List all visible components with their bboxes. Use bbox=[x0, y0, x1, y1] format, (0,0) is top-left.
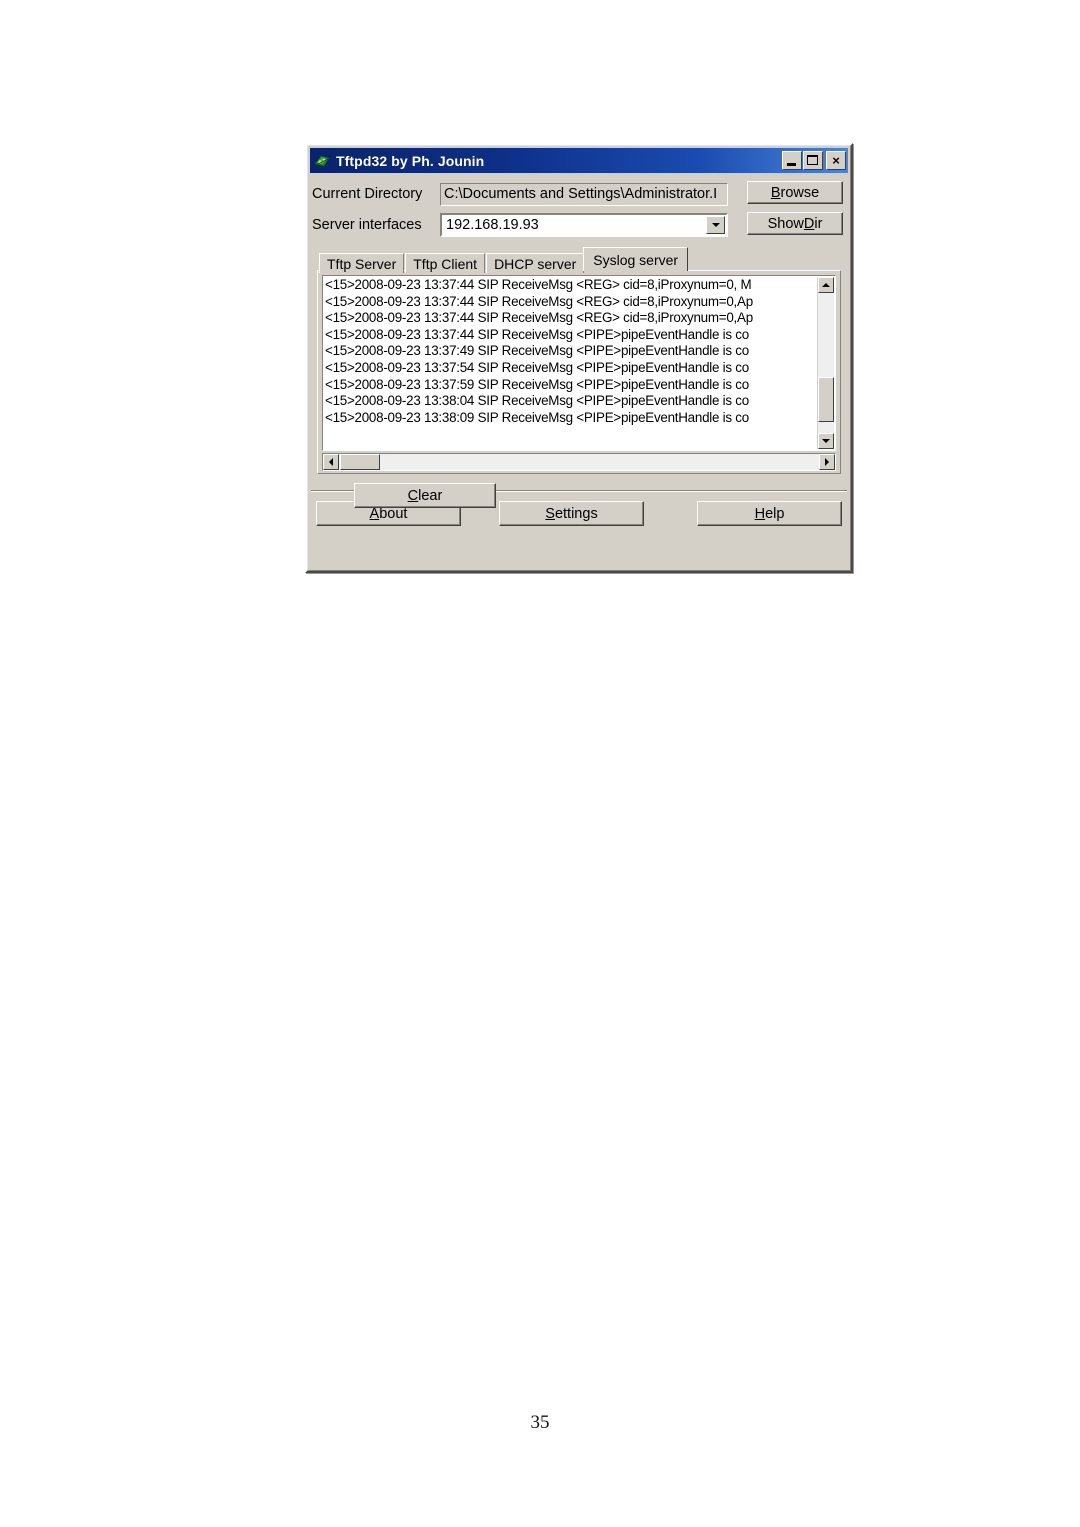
list-item[interactable]: <15>2008-09-23 13:37:54 SIP ReceiveMsg <… bbox=[325, 360, 817, 377]
show-dir-label: ir bbox=[814, 215, 823, 232]
horizontal-scrollbar[interactable] bbox=[322, 453, 836, 471]
browse-button[interactable]: Browse bbox=[747, 181, 843, 204]
scroll-left-icon[interactable] bbox=[323, 454, 339, 470]
tab-dhcp-server[interactable]: DHCP server bbox=[486, 253, 585, 273]
tftpd32-app-icon bbox=[314, 152, 331, 169]
close-button[interactable]: × bbox=[826, 151, 846, 170]
tab-tftp-client[interactable]: Tftp Client bbox=[405, 253, 486, 273]
current-directory-field[interactable]: C:\Documents and Settings\Administrator.… bbox=[440, 182, 728, 206]
close-icon: × bbox=[832, 153, 840, 168]
list-item[interactable]: <15>2008-09-23 13:37:49 SIP ReceiveMsg <… bbox=[325, 343, 817, 360]
help-button[interactable]: Help bbox=[697, 501, 842, 526]
chevron-down-icon[interactable] bbox=[706, 216, 725, 234]
window-title: Tftpd32 by Ph. Jounin bbox=[336, 152, 485, 169]
clear-button[interactable]: Clear bbox=[354, 483, 496, 508]
server-interfaces-combobox[interactable]: 192.168.19.93 bbox=[440, 213, 728, 237]
tab-strip: Tftp Server Tftp Client DHCP server Sysl… bbox=[319, 247, 839, 273]
show-dir-button[interactable]: Show Dir bbox=[747, 212, 843, 235]
tftpd32-window: Tftpd32 by Ph. Jounin × Current Director… bbox=[305, 143, 853, 573]
list-item[interactable]: <15>2008-09-23 13:38:04 SIP ReceiveMsg <… bbox=[325, 393, 817, 410]
show-dir-prefix: Show bbox=[767, 215, 804, 232]
page-number: 35 bbox=[530, 1412, 550, 1433]
horizontal-scroll-thumb[interactable] bbox=[340, 454, 380, 470]
tab-syslog-server[interactable]: Syslog server bbox=[583, 247, 689, 271]
title-bar[interactable]: Tftpd32 by Ph. Jounin × bbox=[310, 148, 848, 173]
minimize-icon bbox=[787, 163, 796, 166]
list-item[interactable]: <15>2008-09-23 13:37:44 SIP ReceiveMsg <… bbox=[325, 294, 817, 311]
maximize-button[interactable] bbox=[803, 151, 823, 170]
server-interfaces-value: 192.168.19.93 bbox=[446, 217, 539, 233]
list-item[interactable]: <15>2008-09-23 13:37:44 SIP ReceiveMsg <… bbox=[325, 310, 817, 327]
maximize-icon bbox=[807, 155, 818, 165]
scroll-up-icon[interactable] bbox=[818, 277, 834, 293]
settings-button[interactable]: Settings bbox=[499, 501, 644, 526]
settings-accel: S bbox=[545, 505, 555, 522]
show-dir-accel: D bbox=[803, 215, 815, 232]
browse-label: rowse bbox=[780, 184, 820, 201]
list-item[interactable]: <15>2008-09-23 13:37:44 SIP ReceiveMsg <… bbox=[325, 327, 817, 344]
minimize-button[interactable] bbox=[782, 151, 802, 170]
help-label: elp bbox=[765, 505, 785, 522]
scroll-down-icon[interactable] bbox=[818, 433, 834, 449]
server-interfaces-label: Server interfaces bbox=[312, 217, 422, 233]
scroll-right-icon[interactable] bbox=[819, 454, 835, 470]
clear-label: lear bbox=[418, 487, 443, 504]
help-accel: H bbox=[754, 505, 766, 522]
list-item[interactable]: <15>2008-09-23 13:37:44 SIP ReceiveMsg <… bbox=[325, 277, 817, 294]
list-item[interactable]: <15>2008-09-23 13:38:09 SIP ReceiveMsg <… bbox=[325, 410, 817, 427]
vertical-scroll-thumb[interactable] bbox=[818, 377, 834, 422]
settings-label: ettings bbox=[554, 505, 598, 522]
syslog-log-lines: <15>2008-09-23 13:37:44 SIP ReceiveMsg <… bbox=[325, 277, 817, 426]
vertical-scrollbar[interactable] bbox=[817, 277, 834, 449]
browse-accel: B bbox=[770, 184, 781, 201]
list-item[interactable]: <15>2008-09-23 13:37:59 SIP ReceiveMsg <… bbox=[325, 377, 817, 394]
current-directory-label: Current Directory bbox=[312, 186, 423, 202]
clear-accel: C bbox=[407, 487, 419, 504]
syslog-tab-panel: <15>2008-09-23 13:37:44 SIP ReceiveMsg <… bbox=[317, 270, 841, 508]
syslog-log-view[interactable]: <15>2008-09-23 13:37:44 SIP ReceiveMsg <… bbox=[322, 275, 836, 451]
tab-tftp-server[interactable]: Tftp Server bbox=[319, 253, 405, 273]
